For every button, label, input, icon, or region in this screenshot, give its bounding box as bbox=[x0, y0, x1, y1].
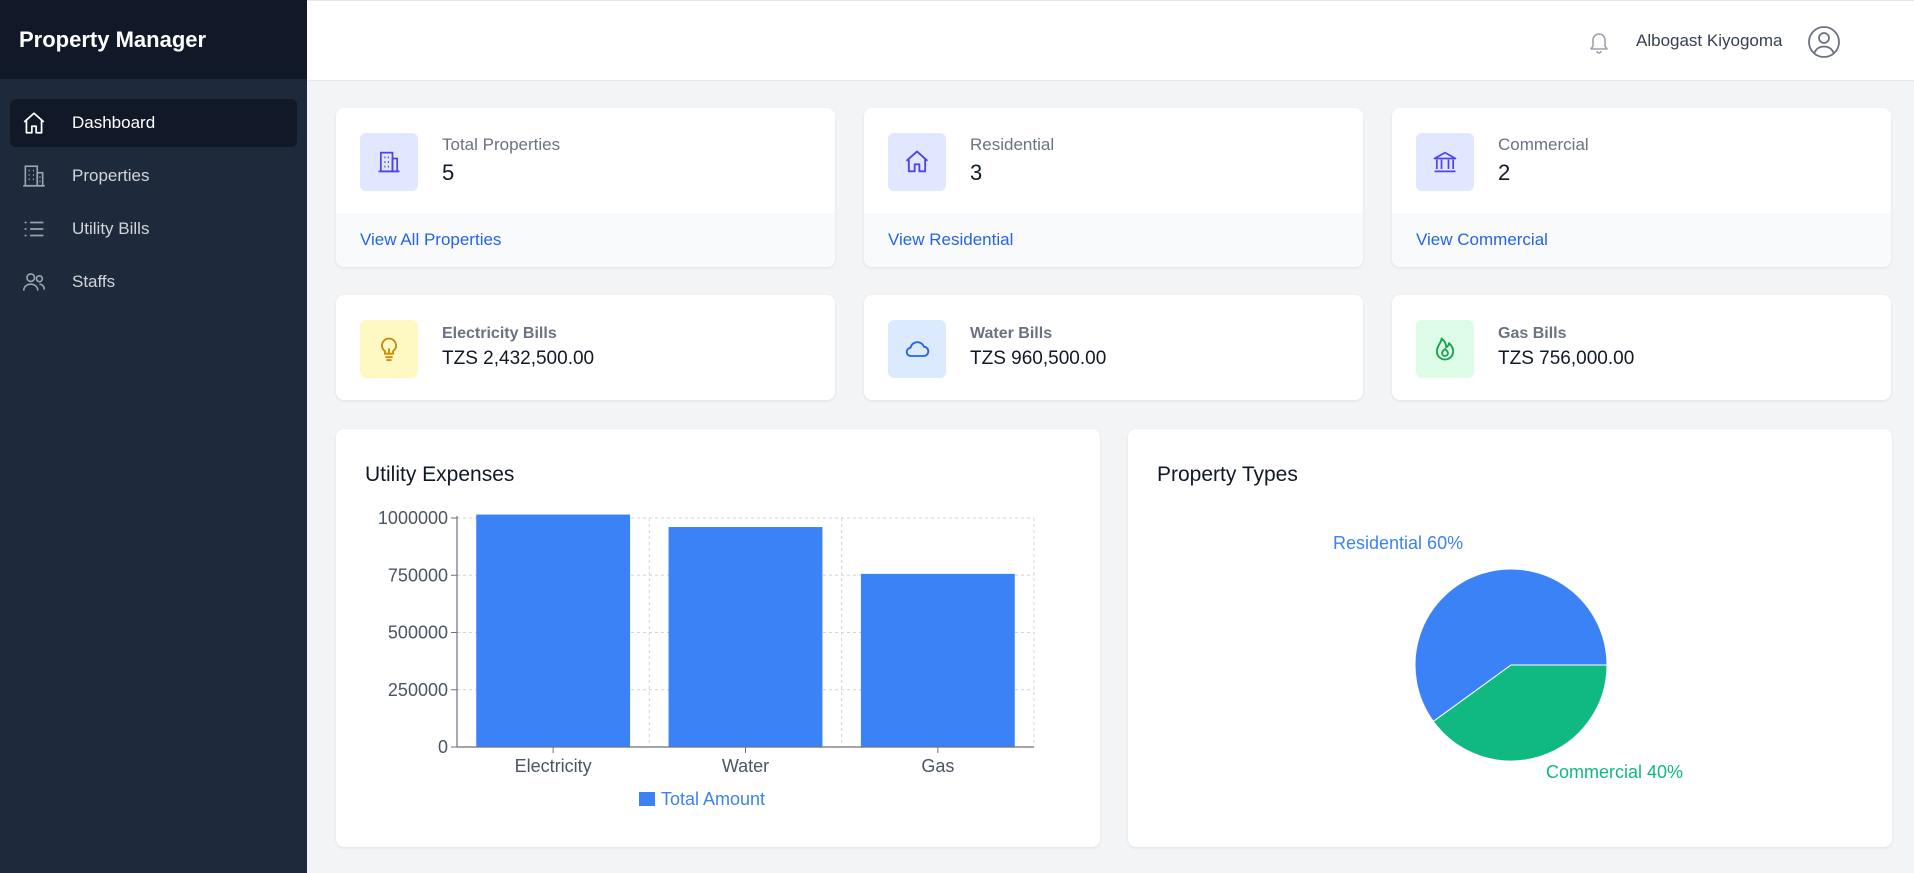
list-icon bbox=[20, 215, 48, 243]
top-header: Albogast Kiyogoma bbox=[307, 0, 1914, 81]
sidebar-item-utility-bills[interactable]: Utility Bills bbox=[10, 205, 297, 253]
utility-expenses-bar-chart: 0 250000 500000 750000 1000000 Electricity Wat… bbox=[378, 508, 1035, 809]
view-commercial-link[interactable]: View Commercial bbox=[1416, 230, 1548, 250]
office-building-icon bbox=[360, 133, 418, 191]
sidebar-item-label: Staffs bbox=[72, 272, 116, 291]
sidebar-header: Property Manager bbox=[0, 0, 307, 79]
lightbulb-icon bbox=[360, 320, 418, 378]
x-tick-label: Electricity bbox=[515, 756, 592, 776]
sidebar-item-label: Properties bbox=[72, 166, 150, 185]
house-icon bbox=[888, 133, 946, 191]
sidebar: Property Manager Dashboard Properties Ut… bbox=[0, 0, 307, 873]
stat-value: 2 bbox=[1498, 160, 1511, 185]
residential-card: Residential 3 View Residential bbox=[864, 108, 1363, 267]
commercial-card: Commercial 2 View Commercial bbox=[1392, 108, 1891, 267]
home-icon bbox=[20, 109, 48, 137]
property-types-card: Property Types Residential 60% Commercial… bbox=[1128, 429, 1892, 847]
y-tick-label: 500000 bbox=[388, 623, 448, 643]
total-properties-card: Total Properties 5 View All Properties bbox=[336, 108, 835, 267]
view-residential-link[interactable]: View Residential bbox=[888, 230, 1013, 250]
bell-icon[interactable] bbox=[1587, 29, 1611, 55]
stat-label: Commercial bbox=[1498, 135, 1589, 154]
user-name[interactable]: Albogast Kiyogoma bbox=[1636, 31, 1782, 51]
electricity-bills-card: Electricity Bills TZS 2,432,500.00 bbox=[336, 295, 835, 400]
bar-water bbox=[668, 527, 823, 747]
sidebar-nav: Dashboard Properties Utility Bills Staff… bbox=[0, 79, 307, 331]
bill-value: TZS 960,500.00 bbox=[970, 348, 1107, 369]
y-tick-label: 750000 bbox=[388, 565, 448, 585]
stat-label: Residential bbox=[970, 135, 1055, 154]
pie-label-residential: Residential 60% bbox=[1333, 533, 1463, 553]
bill-value: TZS 2,432,500.00 bbox=[442, 348, 595, 369]
cloud-icon bbox=[888, 320, 946, 378]
view-all-properties-link[interactable]: View All Properties bbox=[360, 230, 501, 250]
bill-label: Water Bills bbox=[970, 325, 1053, 342]
bill-value: TZS 756,000.00 bbox=[1498, 348, 1635, 369]
property-types-pie-chart: Residential 60% Commercial 40% bbox=[1333, 533, 1683, 782]
sidebar-item-staffs[interactable]: Staffs bbox=[10, 258, 297, 306]
bar-electricity bbox=[476, 514, 631, 747]
pie-label-commercial: Commercial 40% bbox=[1546, 762, 1683, 782]
sidebar-item-properties[interactable]: Properties bbox=[10, 152, 297, 200]
stat-label: Total Properties bbox=[442, 135, 561, 154]
x-tick-label: Gas bbox=[921, 756, 954, 776]
y-tick-label: 1000000 bbox=[378, 508, 448, 528]
building-icon bbox=[20, 162, 48, 190]
sidebar-item-label: Dashboard bbox=[72, 113, 156, 132]
y-tick-label: 0 bbox=[438, 737, 448, 757]
x-tick-label: Water bbox=[722, 756, 769, 776]
y-tick-label: 250000 bbox=[388, 680, 448, 700]
gas-bills-card: Gas Bills TZS 756,000.00 bbox=[1392, 295, 1891, 400]
utility-expenses-card: Utility Expenses 0 250000 500000 750000 1000… bbox=[336, 429, 1100, 847]
app-brand: Property Manager bbox=[19, 26, 207, 52]
stat-value: 3 bbox=[970, 160, 983, 185]
bar-gas bbox=[860, 573, 1015, 747]
bill-label: Electricity Bills bbox=[442, 325, 557, 342]
water-bills-card: Water Bills TZS 960,500.00 bbox=[864, 295, 1363, 400]
legend-swatch bbox=[639, 792, 655, 806]
sidebar-item-dashboard[interactable]: Dashboard bbox=[10, 99, 297, 147]
bank-icon bbox=[1416, 133, 1474, 191]
user-circle-icon[interactable] bbox=[1807, 25, 1841, 59]
users-icon bbox=[20, 268, 48, 296]
sidebar-item-label: Utility Bills bbox=[72, 219, 150, 238]
stat-value: 5 bbox=[442, 160, 455, 185]
legend-label: Total Amount bbox=[661, 789, 765, 809]
bill-label: Gas Bills bbox=[1498, 325, 1567, 342]
flame-icon bbox=[1416, 320, 1474, 378]
